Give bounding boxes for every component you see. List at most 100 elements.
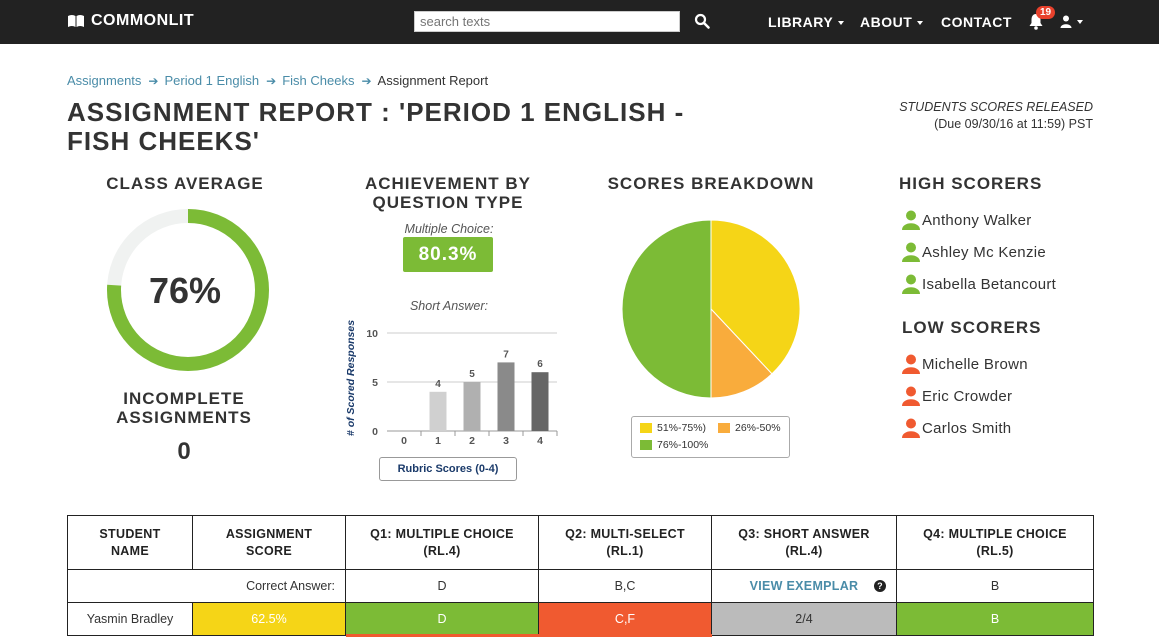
nav-library-label: LIBRARY <box>768 14 834 30</box>
user-icon <box>1060 15 1072 28</box>
question-circle-icon[interactable]: ? <box>874 580 886 592</box>
chart-bar <box>497 362 515 431</box>
due-date: (Due 09/30/16 at 11:59) PST <box>934 117 1093 131</box>
brand-name: COMMONLIT <box>91 12 195 29</box>
user-icon <box>902 210 920 230</box>
chevron-down-icon <box>917 21 924 26</box>
legend-item: 76%-100% <box>640 439 708 451</box>
incomplete-heading: INCOMPLETE ASSIGNMENTS <box>116 389 252 427</box>
student-report-table: STUDENT NAME ASSIGNMENT SCORE Q1: MULTIP… <box>67 515 1094 636</box>
legend-label: 76%-100% <box>657 439 709 451</box>
legend-swatch <box>640 423 652 433</box>
low-scorers-heading: LOW SCORERS <box>902 318 1042 337</box>
legend-swatch <box>718 423 730 433</box>
search-icon[interactable] <box>694 13 710 29</box>
col-header-q2[interactable]: Q2: MULTI-SELECT (RL.1) <box>538 515 712 570</box>
answer-q1-cell: D <box>345 602 539 636</box>
chart-x-axis-label: Rubric Scores (0-4) <box>379 457 517 481</box>
scorer-name: Anthony Walker <box>922 211 1032 229</box>
chevron-down-icon <box>1077 20 1083 24</box>
user-icon <box>902 242 920 262</box>
pie-legend: 51%-75%) 26%-50% 76%-100% <box>631 416 790 458</box>
chart-data-label: 5 <box>469 369 475 380</box>
col-header-student-name[interactable]: STUDENT NAME <box>67 515 193 570</box>
chart-x-tick-label: 2 <box>469 435 475 447</box>
correct-answer-q2: B,C <box>538 569 712 603</box>
class-average-value: 76% <box>148 270 222 311</box>
legend-label: 51%-75%) <box>657 422 707 434</box>
nav-contact-label: CONTACT <box>941 14 1012 30</box>
low-scorer-item[interactable]: Michelle Brown <box>902 354 1028 374</box>
notification-count-badge: 19 <box>1036 6 1056 19</box>
assignment-score-cell: 62.5% <box>192 602 346 636</box>
user-menu[interactable] <box>1060 14 1084 30</box>
arrow-right-icon: ➔ <box>148 73 159 88</box>
table-row[interactable]: Yasmin Bradley 62.5% D C,F 2/4 B <box>67 602 1094 636</box>
page-title: ASSIGNMENT REPORT : 'PERIOD 1 ENGLISH - … <box>67 97 685 156</box>
col-header-q1[interactable]: Q1: MULTIPLE CHOICE (RL.4) <box>345 515 539 570</box>
chart-bar <box>429 391 447 431</box>
short-answer-bar-chart: # of Scored Responses 0 5 10 0 4 1 5 2 7 3 6 4 <box>345 320 558 447</box>
chart-y-tick-label: 10 <box>366 328 378 340</box>
view-exemplar-cell: VIEW EXEMPLAR ? <box>711 569 897 603</box>
high-scorer-item[interactable]: Ashley Mc Kenzie <box>902 242 1046 262</box>
col-header-q3[interactable]: Q3: SHORT ANSWER (RL.4) <box>711 515 897 570</box>
multiple-choice-label: Multiple Choice: <box>404 222 494 236</box>
chart-x-tick-label: 1 <box>435 435 441 447</box>
legend-item: 26%-50% <box>718 422 781 434</box>
short-answer-label: Short Answer: <box>409 299 489 313</box>
brand-logo[interactable]: COMMONLIT <box>67 12 194 30</box>
low-scorer-item[interactable]: Carlos Smith <box>902 418 1011 438</box>
chart-x-tick-label: 3 <box>503 435 509 447</box>
book-icon <box>68 15 84 27</box>
correct-answer-label: Correct Answer: <box>67 569 346 603</box>
chart-x-tick-label: 4 <box>537 435 543 447</box>
breadcrumb-assignments[interactable]: Assignments <box>67 73 141 88</box>
scores-released-status: STUDENTS SCORES RELEASED (Due 09/30/16 a… <box>899 99 1093 133</box>
student-name-cell[interactable]: Yasmin Bradley <box>67 602 193 636</box>
col-header-assignment-score[interactable]: ASSIGNMENT SCORE <box>192 515 346 570</box>
user-icon <box>902 274 920 294</box>
achievement-heading: ACHIEVEMENT BY QUESTION TYPE <box>364 174 532 212</box>
nav-about-label: ABOUT <box>860 14 913 30</box>
low-scorer-item[interactable]: Eric Crowder <box>902 386 1012 406</box>
answer-q2-cell: C,F <box>538 602 712 636</box>
nav-about[interactable]: ABOUT <box>860 14 924 30</box>
view-exemplar-link[interactable]: VIEW EXEMPLAR <box>750 579 859 593</box>
scorer-name: Eric Crowder <box>922 387 1013 405</box>
breadcrumb-current: Assignment Report <box>377 73 489 88</box>
legend-swatch <box>640 440 652 450</box>
chart-bar <box>463 382 481 431</box>
high-scorer-item[interactable]: Isabella Betancourt <box>902 274 1056 294</box>
answer-q3-cell[interactable]: 2/4 <box>711 602 897 636</box>
top-navbar: COMMONLIT LIBRARY ABOUT CONTACT 19 <box>0 0 1159 44</box>
nav-contact[interactable]: CONTACT <box>941 14 1012 30</box>
released-label: STUDENTS SCORES RELEASED <box>899 100 1093 114</box>
high-scorer-item[interactable]: Anthony Walker <box>902 210 1032 230</box>
pie-slice <box>621 219 712 399</box>
user-icon <box>902 386 920 406</box>
user-icon <box>902 354 920 374</box>
breadcrumb-class[interactable]: Period 1 English <box>164 73 259 88</box>
high-scorers-heading: HIGH SCORERS <box>899 174 1043 193</box>
chart-x-tick-label: 0 <box>401 435 407 447</box>
correct-answer-q4: B <box>896 569 1094 603</box>
chart-data-label: 6 <box>537 359 543 370</box>
col-header-q4[interactable]: Q4: MULTIPLE CHOICE (RL.5) <box>896 515 1094 570</box>
table-header-row: STUDENT NAME ASSIGNMENT SCORE Q1: MULTIP… <box>67 515 1094 570</box>
arrow-right-icon: ➔ <box>361 73 372 88</box>
nav-library[interactable]: LIBRARY <box>768 14 845 30</box>
search-input[interactable] <box>414 11 680 32</box>
breadcrumb: Assignments ➔ Period 1 English ➔ Fish Ch… <box>67 73 488 88</box>
arrow-right-icon: ➔ <box>266 73 277 88</box>
scorer-name: Isabella Betancourt <box>922 275 1057 293</box>
chart-y-tick-label: 5 <box>372 377 378 389</box>
correct-answer-q1: D <box>345 569 539 603</box>
chart-data-label: 7 <box>503 349 509 360</box>
chart-y-axis-label: # of Scored Responses <box>345 320 357 436</box>
legend-label: 26%-50% <box>735 422 781 434</box>
scores-breakdown-heading: SCORES BREAKDOWN <box>607 174 815 193</box>
breadcrumb-text[interactable]: Fish Cheeks <box>282 73 354 88</box>
answer-q4-cell: B <box>896 602 1094 636</box>
chevron-down-icon <box>838 21 845 26</box>
